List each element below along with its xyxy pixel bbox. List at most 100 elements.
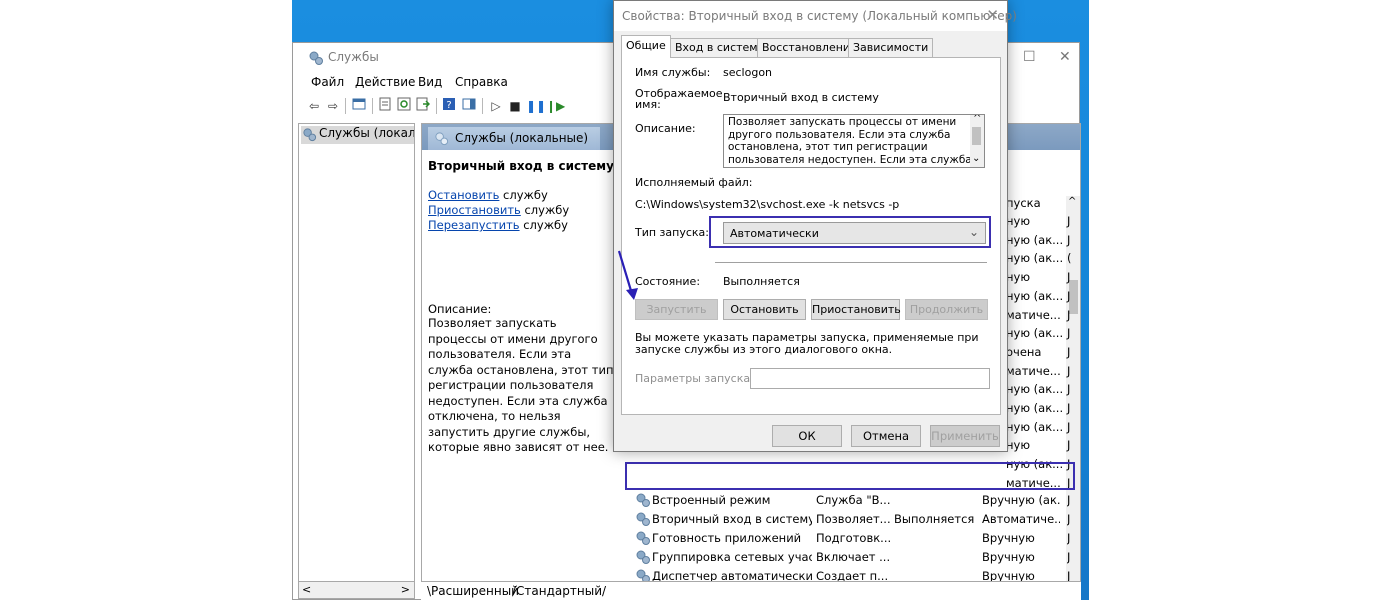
tab-logon[interactable]: Вход в систему: [670, 38, 770, 57]
logon-cell: J: [1067, 288, 1071, 303]
restart-icon[interactable]: ❙▶: [546, 97, 565, 115]
menu-help[interactable]: Справка: [455, 75, 508, 89]
logon-cell: J: [1067, 326, 1071, 341]
service-state-cell: Выполняется: [894, 512, 975, 526]
resume-button[interactable]: Продолжить: [905, 299, 988, 320]
menu-view[interactable]: Вид: [418, 75, 442, 89]
service-description-cell: Служба "В...: [816, 493, 891, 507]
start-button[interactable]: Запустить: [635, 299, 718, 320]
logon-cell: J: [1067, 419, 1071, 434]
table-row[interactable]: Группировка сетевых учас... Включает ... В…: [630, 548, 1080, 567]
params-hint: Вы можете указать параметры запуска, при…: [635, 331, 979, 356]
maximize-button[interactable]: ☐: [1023, 49, 1036, 65]
description-text: Позволяет запускать процессы от имени др…: [428, 316, 614, 454]
service-gear-icon: [636, 493, 650, 507]
scroll-down-icon[interactable]: ⌄: [972, 153, 980, 166]
startup-type-cell: ную (ак...: [1006, 326, 1064, 341]
tree-horizontal-scrollbar[interactable]: < >: [298, 581, 415, 599]
export-list-icon[interactable]: [414, 97, 432, 115]
status-value: Выполняется: [723, 275, 800, 288]
toolbar-separator: [345, 98, 346, 114]
pause-service-link[interactable]: Приостановить: [428, 203, 521, 217]
pause-icon[interactable]: ❚❚: [526, 97, 546, 115]
table-row[interactable]: Встроенный режим Служба "В... Вручную (ак.…: [630, 491, 1080, 510]
tab-dependencies[interactable]: Зависимости: [848, 38, 934, 57]
stop-icon[interactable]: ■: [506, 97, 524, 115]
column-header-startup[interactable]: пуска: [1006, 196, 1041, 210]
toolbar-separator: [436, 98, 437, 114]
tab-standard[interactable]: /Стандартный/: [512, 584, 606, 598]
tab-extended[interactable]: \Расширенный: [427, 584, 519, 598]
apply-button[interactable]: Применить: [930, 425, 1000, 447]
ok-button[interactable]: ОК: [772, 425, 842, 447]
back-arrow-icon[interactable]: ⇦: [305, 97, 323, 115]
menu-file[interactable]: Файл: [311, 75, 344, 89]
service-gear-icon: [636, 531, 650, 545]
pane-header-tab: Службы (локальные): [428, 127, 600, 150]
forward-arrow-icon[interactable]: ⇨: [324, 97, 342, 115]
exe-value: C:\Windows\system32\svchost.exe -k netsv…: [635, 198, 900, 211]
description-value: Позволяет запускать процессы от имени др…: [728, 116, 972, 166]
service-logon-cell: J: [1067, 531, 1071, 545]
scrollbar-thumb[interactable]: [972, 127, 981, 145]
menu-action[interactable]: Действие: [355, 75, 415, 89]
description-scrollbar[interactable]: ^ ⌄: [970, 115, 984, 167]
action-pane-icon[interactable]: [460, 97, 478, 115]
refresh-icon[interactable]: [395, 97, 413, 115]
startup-type-cell: ную (ак...: [1006, 232, 1064, 247]
service-logon-cell: J: [1067, 512, 1071, 526]
table-row[interactable]: Вторичный вход в систему Позволяет... Выпо…: [630, 510, 1080, 529]
service-gear-icon: [636, 550, 650, 564]
service-gear-icon: [636, 512, 650, 526]
service-name-value: seclogon: [723, 66, 773, 79]
selected-row-highlight-box: [625, 462, 1075, 490]
service-name-cell: Встроенный режим: [652, 493, 771, 507]
table-row[interactable]: Готовность приложений Подготовк... Вручную…: [630, 529, 1080, 548]
cancel-button[interactable]: Отмена: [851, 425, 921, 447]
close-button[interactable]: ✕: [1059, 49, 1071, 65]
description-label: Описание:: [635, 122, 696, 135]
selected-service-title: Вторичный вход в систему: [428, 159, 614, 173]
service-startup-cell: Автоматиче...: [982, 512, 1060, 526]
divider: [715, 262, 987, 263]
pane-header-title: Службы (локальные): [455, 131, 589, 145]
params-label: Параметры запуска:: [635, 372, 754, 385]
service-logon-cell: J: [1067, 493, 1071, 507]
scroll-right-icon[interactable]: >: [401, 583, 410, 596]
pause-button[interactable]: Приостановить: [811, 299, 901, 320]
description-textbox[interactable]: Позволяет запускать процессы от имени др…: [723, 114, 985, 168]
action-stop-row: Остановить службу: [428, 188, 548, 202]
tree-item-services-local[interactable]: Службы (локальные): [301, 126, 414, 144]
help-icon[interactable]: ?: [440, 97, 458, 115]
stop-service-link[interactable]: Остановить: [428, 188, 499, 202]
logon-cell: J: [1067, 214, 1071, 228]
service-name-cell: Готовность приложений: [652, 531, 802, 545]
params-input[interactable]: [750, 368, 990, 389]
play-icon[interactable]: ▷: [487, 97, 505, 115]
scroll-up-icon[interactable]: ^: [1068, 196, 1076, 207]
annotation-arrow-icon: [617, 250, 638, 300]
service-logon-cell: J: [1067, 550, 1071, 564]
action-pause-row: Приостановить службу: [428, 203, 570, 217]
tab-general[interactable]: Общие: [621, 35, 671, 58]
console-tree-icon[interactable]: [350, 97, 368, 115]
dialog-titlebar: Свойства: Вторичный вход в систему (Лока…: [614, 1, 1017, 31]
view-tabs: \Расширенный /Стандартный/: [421, 581, 1081, 601]
startup-type-cell: ную: [1006, 438, 1031, 453]
startup-type-cell: ную (ак...: [1006, 288, 1064, 303]
properties-list-icon[interactable]: [376, 97, 394, 115]
startup-type-cell: ную (ак...: [1006, 401, 1064, 415]
logon-cell: J: [1067, 307, 1071, 322]
logon-cell: J: [1067, 344, 1071, 359]
scroll-left-icon[interactable]: <: [302, 583, 311, 596]
service-name-cell: Вторичный вход в систему: [652, 512, 812, 526]
service-description-cell: Подготовк...: [816, 531, 892, 545]
display-name-label: Отображаемое имя:: [635, 87, 723, 111]
tab-recovery[interactable]: Восстановление: [757, 38, 862, 57]
dialog-close-icon[interactable]: ✕: [986, 6, 999, 24]
scroll-up-icon[interactable]: ^: [973, 115, 981, 126]
restart-service-link[interactable]: Перезапустить: [428, 218, 520, 232]
display-name-value: Вторичный вход в систему: [723, 91, 879, 104]
logon-cell: J: [1067, 232, 1071, 247]
stop-button[interactable]: Остановить: [723, 299, 806, 320]
